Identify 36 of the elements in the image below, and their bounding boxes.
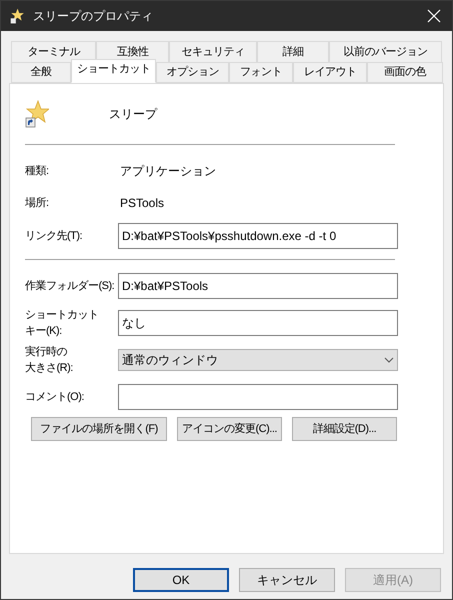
field-label: 大きさ(R): <box>25 361 73 376</box>
field-label: キー(K): <box>25 324 62 339</box>
star-icon <box>9 8 25 24</box>
tab[interactable]: セキュリティ <box>169 41 257 62</box>
tab[interactable]: オプション <box>156 62 229 83</box>
field-label: 種類: <box>25 164 50 179</box>
dialog-button[interactable]: OK <box>133 568 229 592</box>
tab[interactable]: 全般 <box>11 62 71 83</box>
input-field[interactable]: D:¥bat¥PSTools <box>118 273 398 299</box>
field-value: アプリケーション <box>119 163 216 180</box>
input-field[interactable]: なし <box>118 310 398 336</box>
tab[interactable]: レイアウト <box>293 62 367 83</box>
field-label: ショートカット <box>25 308 98 323</box>
field-label: リンク先(T): <box>25 228 84 244</box>
star-shortcut-icon <box>25 100 49 128</box>
input-field[interactable]: D:¥bat¥PSTools¥psshutdown.exe -d -t 0 <box>118 223 398 249</box>
dropdown[interactable]: 通常のウィンドウ <box>118 349 398 371</box>
tab[interactable]: フォント <box>229 62 293 83</box>
tab[interactable]: 詳細 <box>257 41 329 62</box>
shortcut-name: スリープ <box>109 106 157 123</box>
field-value: PSTools <box>119 195 164 212</box>
action-button[interactable]: アイコンの変更(C)... <box>177 417 282 441</box>
chevron-down-icon <box>384 357 394 363</box>
input-field[interactable] <box>118 384 398 410</box>
tab[interactable]: ショートカット <box>71 59 156 83</box>
field-label: 作業フォルダー(S): <box>25 279 114 294</box>
tab[interactable]: 画面の色 <box>367 62 443 83</box>
window-title: スリープのプロパティ <box>33 8 153 25</box>
action-button[interactable]: 詳細設定(D)... <box>292 417 397 441</box>
field-label: 場所: <box>25 196 50 211</box>
dialog-button[interactable]: キャンセル <box>239 568 335 592</box>
field-label: 実行時の <box>25 344 67 360</box>
tab[interactable]: ターミナル <box>11 41 96 62</box>
action-button[interactable]: ファイルの場所を開く(F) <box>31 417 167 441</box>
field-label: コメント(O): <box>25 390 84 405</box>
tab[interactable]: 以前のバージョン <box>329 41 442 62</box>
